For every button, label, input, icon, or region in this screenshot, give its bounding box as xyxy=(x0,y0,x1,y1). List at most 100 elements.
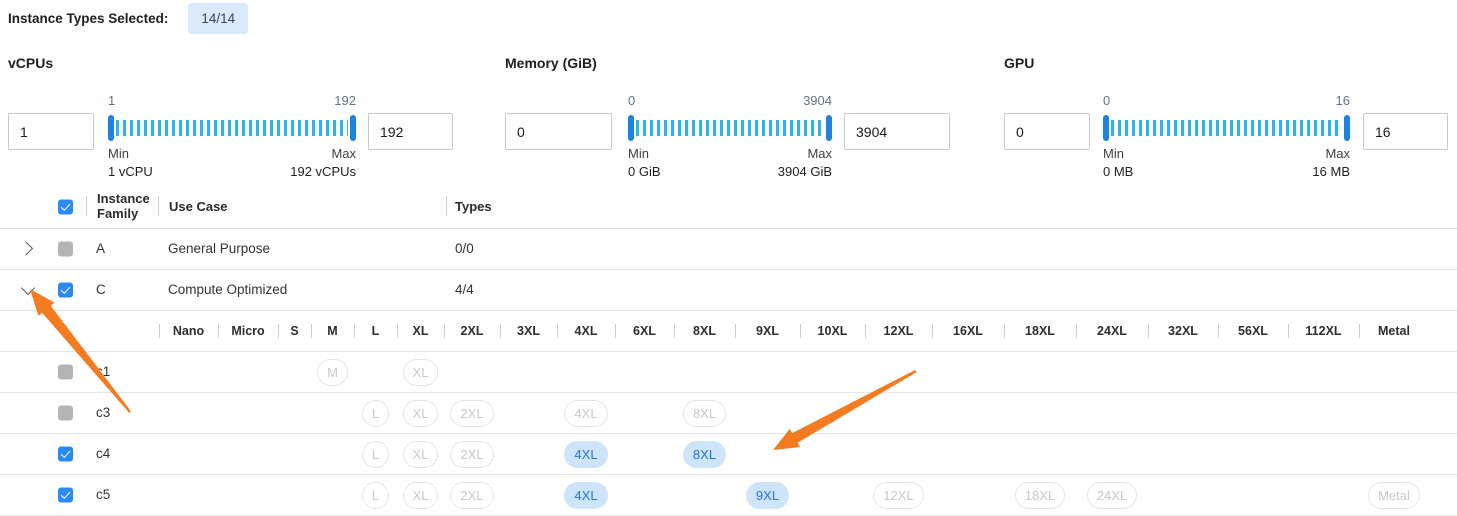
memory-min-input[interactable] xyxy=(505,113,612,150)
size-pill-cell: 2XL xyxy=(444,393,500,433)
size-pill-c4-8XL[interactable]: 8XL xyxy=(683,441,726,468)
size-column-header-6XL: 6XL xyxy=(615,311,674,351)
size-pill-cell: 2XL xyxy=(444,434,500,474)
size-pill-c4-2XL[interactable]: 2XL xyxy=(450,441,493,468)
instance-name-label: c5 xyxy=(96,475,110,515)
size-column-header-Micro: Micro xyxy=(218,311,278,351)
size-pill-c5-9XL[interactable]: 9XL xyxy=(746,482,789,509)
gpu-min-handle[interactable] xyxy=(1103,115,1109,141)
size-column-header-10XL: 10XL xyxy=(800,311,865,351)
instance-checkbox-c5[interactable] xyxy=(58,488,73,503)
collapse-chevron-C[interactable] xyxy=(21,281,35,295)
size-pill-cell: L xyxy=(354,434,397,474)
size-column-header-9XL: 9XL xyxy=(735,311,800,351)
size-pill-c5-4XL[interactable]: 4XL xyxy=(564,482,607,509)
column-header-instance-family: Instance Family xyxy=(97,191,155,221)
size-pill-c5-2XL[interactable]: 2XL xyxy=(450,482,493,509)
group-use-case-label: General Purpose xyxy=(168,229,270,269)
instance-name-label: c3 xyxy=(96,393,110,433)
group-checkbox-C[interactable] xyxy=(58,283,73,298)
vcpus-max-caption: Max xyxy=(331,147,356,161)
vcpus-max-input[interactable] xyxy=(368,113,453,150)
size-pill-c5-18XL[interactable]: 18XL xyxy=(1015,482,1065,509)
filter-memory: Memory (GiB)03904MinMax0 GiB3904 GiB xyxy=(505,55,950,179)
memory-max-caption: Max xyxy=(807,147,832,161)
memory-range-min-label: 0 xyxy=(628,93,635,108)
size-pill-cell: L xyxy=(354,393,397,433)
memory-slider: 03904MinMax0 GiB3904 GiB xyxy=(628,93,832,179)
group-use-case-label: Compute Optimized xyxy=(168,270,287,310)
size-pill-cell: XL xyxy=(397,352,444,392)
size-column-header-XL: XL xyxy=(397,311,444,351)
size-pill-c5-24XL[interactable]: 24XL xyxy=(1087,482,1137,509)
memory-max-input[interactable] xyxy=(844,113,950,150)
size-pill-cell: 8XL xyxy=(674,434,735,474)
size-pill-c5-12XL[interactable]: 12XL xyxy=(873,482,923,509)
gpu-max-caption: Max xyxy=(1325,147,1350,161)
memory-min-handle[interactable] xyxy=(628,115,634,141)
instance-checkbox-c3[interactable] xyxy=(58,406,73,421)
selected-count-badge: 14/14 xyxy=(188,3,248,34)
memory-slider-track[interactable] xyxy=(628,115,832,141)
size-pill-c4-XL[interactable]: XL xyxy=(403,441,439,468)
vcpus-slider-range-labels: 1192 xyxy=(108,93,356,108)
vcpus-slider-track[interactable] xyxy=(108,115,356,141)
filter-vcpus: vCPUs1192MinMax1 vCPU192 vCPUs xyxy=(8,55,453,179)
gpu-range-min-label: 0 xyxy=(1103,93,1110,108)
gpu-max-input[interactable] xyxy=(1363,113,1448,150)
memory-min-value: 0 GiB xyxy=(628,165,661,179)
gpu-max-handle[interactable] xyxy=(1344,115,1350,141)
size-pill-c3-2XL[interactable]: 2XL xyxy=(450,400,493,427)
size-column-header-3XL: 3XL xyxy=(500,311,557,351)
table-header-row: Instance FamilyUse CaseTypes xyxy=(0,185,1457,229)
size-pill-cell: 8XL xyxy=(674,393,735,433)
size-pill-cell: M xyxy=(311,352,354,392)
vcpus-max-value: 192 vCPUs xyxy=(290,165,356,179)
size-pill-c5-L[interactable]: L xyxy=(362,482,389,509)
vcpus-min-handle[interactable] xyxy=(108,115,114,141)
instance-checkbox-c1[interactable] xyxy=(58,365,73,380)
size-pill-c3-XL[interactable]: XL xyxy=(403,400,439,427)
vcpus-filter-body: 1192MinMax1 vCPU192 vCPUs xyxy=(8,93,453,179)
size-pill-cell: 4XL xyxy=(557,393,615,433)
size-pill-c3-4XL[interactable]: 4XL xyxy=(564,400,607,427)
vcpus-range-min-label: 1 xyxy=(108,93,115,108)
instance-name-label: c1 xyxy=(96,352,110,392)
size-column-header-16XL: 16XL xyxy=(932,311,1004,351)
gpu-min-input[interactable] xyxy=(1004,113,1090,150)
size-pill-c1-XL[interactable]: XL xyxy=(403,359,439,386)
size-pill-cell: XL xyxy=(397,434,444,474)
size-pill-c5-Metal[interactable]: Metal xyxy=(1368,482,1420,509)
filter-label-vcpus: vCPUs xyxy=(8,55,453,71)
select-all-checkbox[interactable] xyxy=(58,199,73,214)
group-types-count: 4/4 xyxy=(455,270,474,310)
memory-minmax-values: 0 GiB3904 GiB xyxy=(628,165,832,179)
size-pill-c1-M[interactable]: M xyxy=(317,359,348,386)
size-pill-c4-4XL[interactable]: 4XL xyxy=(564,441,607,468)
gpu-max-value: 16 MB xyxy=(1312,165,1350,179)
instance-row-c3: c3 L XL 2XL 4XL 8XL xyxy=(0,393,1457,434)
size-pill-c3-L[interactable]: L xyxy=(362,400,389,427)
size-pill-c5-XL[interactable]: XL xyxy=(403,482,439,509)
expand-chevron-A[interactable] xyxy=(19,241,33,255)
filter-label-gpu: GPU xyxy=(1004,55,1448,71)
filter-gpu: GPU016MinMax0 MB16 MB xyxy=(1004,55,1448,179)
size-column-header-8XL: 8XL xyxy=(674,311,735,351)
size-column-header-112XL: 112XL xyxy=(1288,311,1359,351)
vcpus-min-input[interactable] xyxy=(8,113,94,150)
size-pill-c3-8XL[interactable]: 8XL xyxy=(683,400,726,427)
group-checkbox-A[interactable] xyxy=(58,242,73,257)
vcpus-max-handle[interactable] xyxy=(350,115,356,141)
size-pill-cell: XL xyxy=(397,393,444,433)
size-columns-header-row: NanoMicroSMLXL2XL3XL4XL6XL8XL9XL10XL12XL… xyxy=(0,311,1457,352)
size-pill-c4-L[interactable]: L xyxy=(362,441,389,468)
gpu-slider-track[interactable] xyxy=(1103,115,1350,141)
instance-checkbox-c4[interactable] xyxy=(58,447,73,462)
vcpus-min-value: 1 vCPU xyxy=(108,165,153,179)
gpu-minmax-values: 0 MB16 MB xyxy=(1103,165,1350,179)
column-header-types: Types xyxy=(455,185,492,228)
size-column-header-S: S xyxy=(278,311,311,351)
size-column-header-Metal: Metal xyxy=(1359,311,1429,351)
memory-max-handle[interactable] xyxy=(826,115,832,141)
family-group-row-A: AGeneral Purpose0/0 xyxy=(0,229,1457,270)
